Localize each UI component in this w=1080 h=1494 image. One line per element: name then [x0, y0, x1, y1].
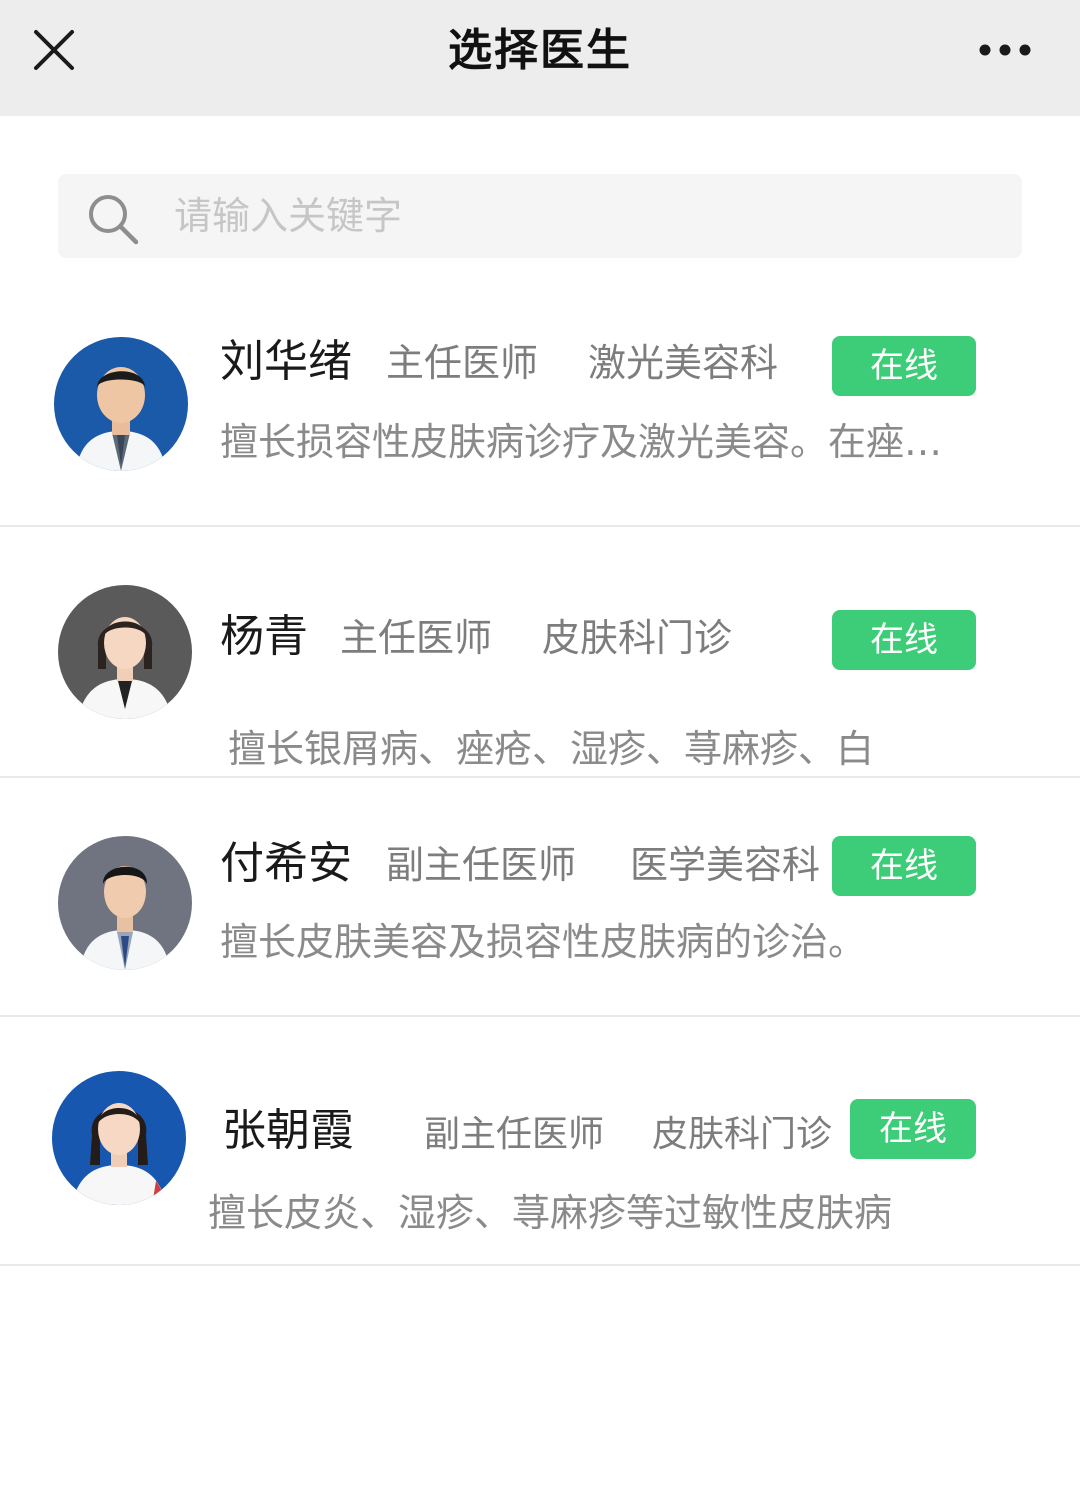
doctor-title: 副主任医师 — [424, 1114, 605, 1155]
doctor-list-item[interactable]: 张朝霞 副主任医师 皮肤科门诊 在线 擅长皮炎、湿疹、荨麻疹等过敏性皮肤病 — [0, 1017, 1080, 1265]
search-icon — [89, 195, 139, 245]
doctor-description: 擅长银屑病、痤疮、湿疹、荨麻疹、白 — [228, 727, 875, 771]
online-status-badge: 在线 — [832, 836, 976, 896]
online-status-badge: 在线 — [850, 1099, 976, 1159]
search-input[interactable] — [168, 186, 988, 246]
doctor-title: 副主任医师 — [386, 843, 577, 887]
doctor-avatar — [52, 1071, 186, 1205]
doctor-department: 激光美容科 — [588, 341, 779, 385]
doctor-description: 擅长皮肤美容及损容性皮肤病的诊治。 — [220, 920, 867, 964]
doctor-name: 付希安 — [220, 838, 352, 889]
doctor-department: 医学美容科 — [630, 843, 821, 887]
doctor-description: 擅长皮炎、湿疹、荨麻疹等过敏性皮肤病 — [208, 1191, 893, 1235]
doctor-department: 皮肤科门诊 — [542, 616, 733, 660]
more-button[interactable] — [972, 30, 1038, 70]
doctor-avatar — [58, 836, 192, 970]
doctor-title: 主任医师 — [386, 341, 539, 385]
doctor-list-item[interactable]: 付希安 副主任医师 医学美容科 在线 擅长皮肤美容及损容性皮肤病的诊治。 — [0, 778, 1080, 1016]
doctor-name: 刘华绪 — [220, 336, 352, 387]
page-title: 选择医生 — [448, 25, 632, 76]
doctor-list-item[interactable]: 刘华绪 主任医师 激光美容科 在线 擅长损容性皮肤病诊疗及激光美容。在痤… — [0, 300, 1080, 526]
doctor-title: 主任医师 — [340, 616, 493, 660]
divider — [0, 1264, 1080, 1266]
doctor-department: 皮肤科门诊 — [652, 1114, 833, 1155]
doctor-name: 杨青 — [220, 611, 308, 662]
doctor-avatar — [54, 337, 188, 471]
online-status-badge: 在线 — [832, 610, 976, 670]
online-status-badge: 在线 — [832, 336, 976, 396]
more-dots-icon — [979, 44, 1031, 56]
doctor-avatar — [58, 585, 192, 719]
doctor-list-item[interactable]: 杨青 主任医师 皮肤科门诊 在线 擅长银屑病、痤疮、湿疹、荨麻疹、白 — [0, 527, 1080, 777]
top-bar: 选择医生 — [0, 0, 1080, 116]
doctor-description: 擅长损容性皮肤病诊疗及激光美容。在痤… — [220, 420, 943, 464]
doctor-name: 张朝霞 — [222, 1105, 354, 1156]
